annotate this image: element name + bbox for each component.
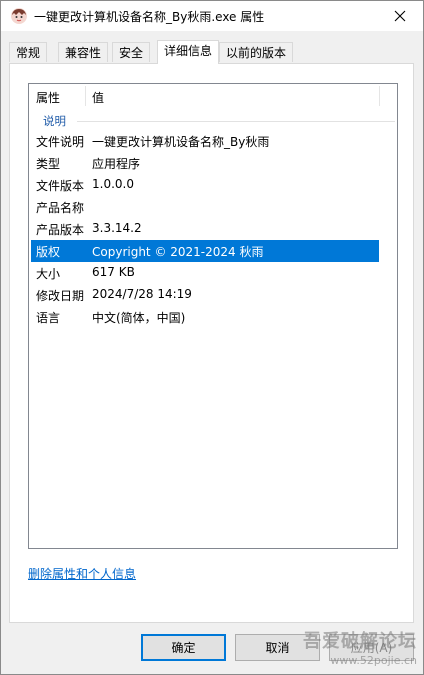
property-name: 文件说明	[36, 135, 85, 149]
app-icon	[11, 8, 27, 24]
apply-button[interactable]: 应用(A)	[329, 634, 414, 661]
tab-general[interactable]: 常规	[9, 42, 48, 62]
property-name: 产品名称	[36, 201, 85, 215]
window-title: 一键更改计算机设备名称_By秋雨.exe 属性	[34, 10, 265, 24]
close-button[interactable]	[377, 1, 423, 31]
property-value: 1.0.0.0	[92, 177, 134, 191]
properties-window: 一键更改计算机设备名称_By秋雨.exe 属性 常规 兼容性 安全 详细信息 以…	[0, 0, 424, 675]
list-header: 属性 值	[29, 84, 397, 109]
column-divider[interactable]	[379, 86, 380, 106]
detail-row[interactable]: 大小 617 KB	[31, 262, 379, 284]
tab-security[interactable]: 安全	[112, 42, 151, 62]
property-value: Copyright © 2021-2024 秋雨	[92, 245, 264, 259]
property-name: 大小	[36, 267, 61, 281]
property-value: 617 KB	[92, 265, 135, 279]
column-divider[interactable]	[85, 86, 86, 106]
property-name: 产品版本	[36, 223, 85, 237]
close-icon	[394, 10, 406, 22]
details-list[interactable]: 属性 值 说明 文件说明 一键更改计算机设备名称_By秋雨 类型 应用程序 文件…	[28, 83, 398, 549]
detail-row[interactable]: 类型 应用程序	[31, 152, 379, 174]
property-name: 语言	[36, 311, 61, 325]
tab-previous-versions[interactable]: 以前的版本	[219, 42, 294, 62]
property-name: 版权	[36, 245, 61, 259]
details-panel: 属性 值 说明 文件说明 一键更改计算机设备名称_By秋雨 类型 应用程序 文件…	[9, 63, 414, 623]
detail-row-selected[interactable]: 版权 Copyright © 2021-2024 秋雨	[31, 240, 379, 262]
tab-details[interactable]: 详细信息	[157, 40, 220, 64]
property-name: 类型	[36, 157, 61, 171]
column-header-property[interactable]: 属性	[36, 89, 60, 106]
tab-compatibility[interactable]: 兼容性	[58, 42, 109, 62]
property-name: 文件版本	[36, 179, 85, 193]
detail-row[interactable]: 修改日期 2024/7/28 14:19	[31, 284, 379, 306]
detail-row[interactable]: 产品名称	[31, 196, 379, 218]
detail-row[interactable]: 语言 中文(简体，中国)	[31, 306, 379, 328]
title-bar: 一键更改计算机设备名称_By秋雨.exe 属性	[1, 1, 423, 31]
cancel-button[interactable]: 取消	[235, 634, 320, 661]
property-value: 应用程序	[92, 157, 141, 171]
group-header-description: 说明	[43, 114, 66, 128]
group-divider	[77, 121, 395, 122]
ok-button[interactable]: 确定	[141, 634, 226, 661]
column-header-value[interactable]: 值	[92, 89, 104, 106]
detail-row[interactable]: 文件说明 一键更改计算机设备名称_By秋雨	[31, 130, 379, 152]
property-name: 修改日期	[36, 289, 85, 303]
property-value: 中文(简体，中国)	[92, 311, 186, 325]
detail-row[interactable]: 文件版本 1.0.0.0	[31, 174, 379, 196]
property-value: 2024/7/28 14:19	[92, 287, 192, 301]
property-value: 一键更改计算机设备名称_By秋雨	[92, 135, 270, 149]
remove-properties-link[interactable]: 删除属性和个人信息	[28, 565, 136, 582]
property-value: 3.3.14.2	[92, 221, 142, 235]
detail-row[interactable]: 产品版本 3.3.14.2	[31, 218, 379, 240]
